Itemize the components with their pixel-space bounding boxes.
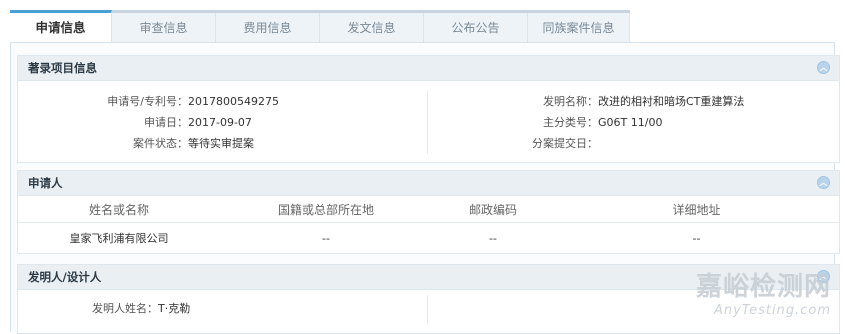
inventor-name-label: 发明人姓名： [92, 302, 158, 315]
collapse-icon[interactable]: ︿ [817, 270, 830, 283]
applicant-section: 申请人 ︿ 姓名或名称 国籍或总部所在地 邮政编码 详细地址 皇家飞利浦有限公司… [17, 170, 840, 254]
column-header: 详细地址 [554, 196, 839, 223]
class-value: G06T 11/00 [598, 116, 663, 129]
tab-bar: 申请信息 审查信息 费用信息 发文信息 公布公告 同族案件信息 [10, 10, 630, 43]
inventor-name-value: T·克勒 [158, 302, 191, 315]
column-header: 姓名或名称 [18, 196, 220, 223]
tab-fee-info[interactable]: 费用信息 [216, 13, 320, 43]
divisional-row: 分案提交日： [438, 135, 598, 151]
table-header-row: 姓名或名称 国籍或总部所在地 邮政编码 详细地址 [18, 196, 839, 223]
status-label: 案件状态： [133, 137, 188, 150]
app-no-value: 2017800549275 [188, 95, 279, 108]
inventor-section: 发明人/设计人 ︿ 发明人姓名：T·克勒 [17, 264, 840, 334]
applicant-nationality-cell: -- [322, 231, 330, 245]
table-row: 皇家飞利浦有限公司 -- -- -- [18, 223, 839, 254]
inventor-title: 发明人/设计人 [28, 270, 102, 284]
collapse-icon[interactable]: ︿ [817, 61, 830, 74]
column-divider [427, 90, 428, 154]
inventor-row: 发明人姓名：T·克勒 [18, 300, 190, 316]
applicant-table: 姓名或名称 国籍或总部所在地 邮政编码 详细地址 皇家飞利浦有限公司 -- --… [18, 196, 839, 253]
status-value: 等待实审提案 [188, 137, 254, 150]
app-date-value: 2017-09-07 [188, 116, 252, 129]
inventor-header[interactable]: 发明人/设计人 ︿ [18, 265, 839, 290]
class-label: 主分类号： [543, 116, 598, 129]
column-header: 国籍或总部所在地 [220, 196, 432, 223]
tab-document-info[interactable]: 发文信息 [320, 13, 424, 43]
invention-value: 改进的相衬和暗场CT重建算法 [598, 95, 745, 108]
column-divider [427, 295, 428, 325]
collapse-icon[interactable]: ︿ [817, 176, 830, 189]
tab-publication[interactable]: 公布公告 [424, 13, 528, 43]
app-no-row: 申请号/专利号：2017800549275 [18, 93, 279, 109]
app-date-label: 申请日： [144, 116, 188, 129]
app-date-row: 申请日：2017-09-07 [18, 114, 252, 130]
tab-family-cases[interactable]: 同族案件信息 [528, 13, 630, 43]
invention-label: 发明名称： [543, 95, 598, 108]
biblio-header[interactable]: 著录项目信息 ︿ [18, 56, 839, 81]
applicant-address-cell: -- [692, 231, 701, 245]
applicant-header[interactable]: 申请人 ︿ [18, 171, 839, 196]
applicant-postcode-cell: -- [489, 231, 497, 245]
tab-examination-info[interactable]: 审查信息 [112, 13, 216, 43]
divisional-label: 分案提交日： [532, 137, 598, 150]
class-row: 主分类号：G06T 11/00 [438, 114, 662, 130]
biblio-title: 著录项目信息 [28, 61, 97, 75]
applicant-name-cell: 皇家飞利浦有限公司 [69, 232, 169, 245]
app-no-label: 申请号/专利号： [107, 95, 188, 108]
content-panel: 著录项目信息 ︿ 申请号/专利号：2017800549275 申请日：2017-… [10, 42, 840, 334]
tab-application-info[interactable]: 申请信息 [10, 10, 112, 43]
column-header: 邮政编码 [432, 196, 554, 223]
status-row: 案件状态：等待实审提案 [18, 135, 254, 151]
applicant-title: 申请人 [28, 176, 63, 190]
biblio-section: 著录项目信息 ︿ 申请号/专利号：2017800549275 申请日：2017-… [17, 55, 840, 163]
invention-row: 发明名称：改进的相衬和暗场CT重建算法 [438, 93, 744, 109]
